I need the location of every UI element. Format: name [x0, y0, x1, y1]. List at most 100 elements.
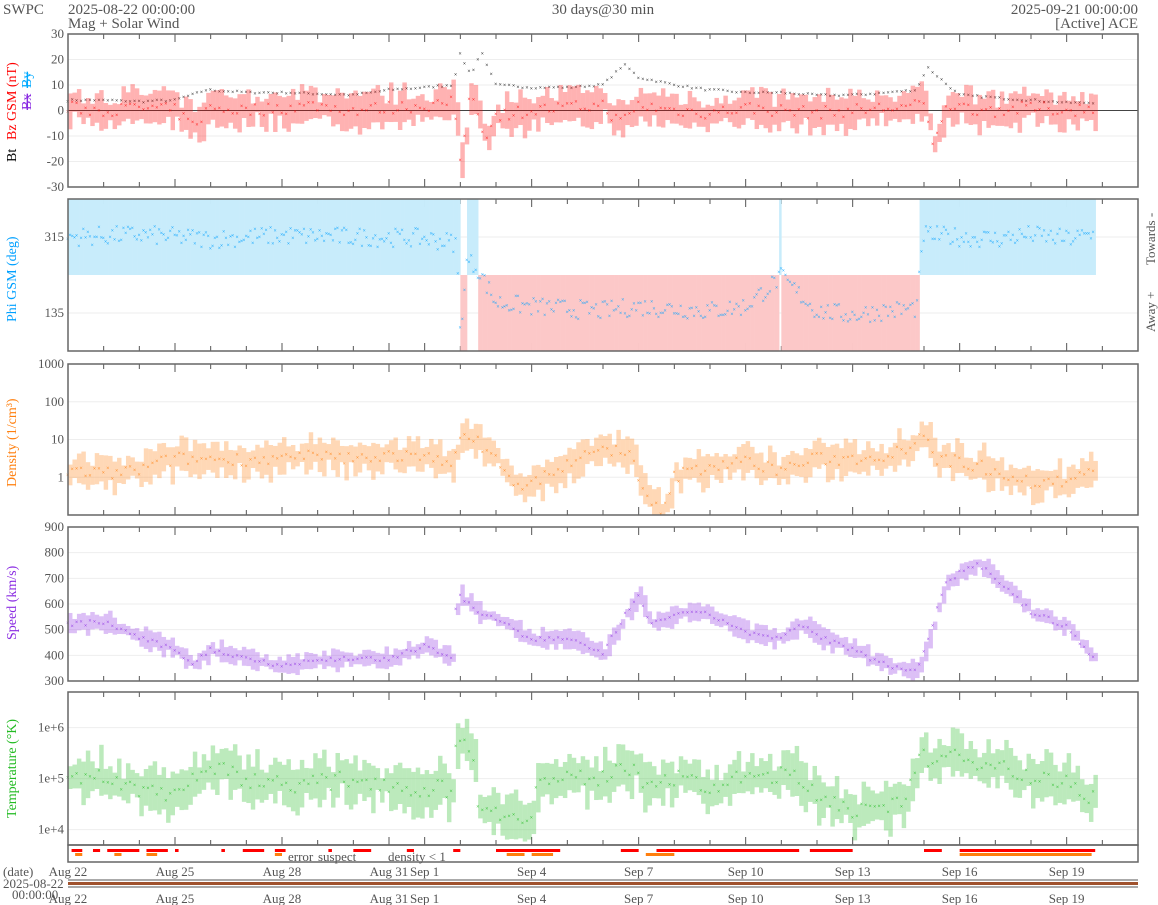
bz-point: ×: [325, 104, 328, 110]
bt-point: ×: [677, 85, 680, 91]
temperature-point: ×: [717, 790, 720, 796]
density-point: ×: [873, 459, 876, 465]
away-bar: [701, 275, 704, 351]
bz-point: ×: [133, 102, 136, 108]
density-point: ×: [837, 463, 840, 469]
phi-point: ×: [77, 244, 80, 250]
legend-error: error: [288, 849, 314, 864]
speed-point: ×: [860, 650, 863, 656]
bz-point: ×: [182, 111, 185, 117]
density-point: ×: [913, 441, 916, 447]
phi-point: ×: [534, 300, 537, 306]
density-point: ×: [730, 461, 733, 467]
bz-point: ×: [240, 104, 243, 110]
bz-point: ×: [334, 104, 337, 110]
phi-point: ×: [434, 240, 437, 246]
phi-point: ×: [572, 309, 575, 315]
density-point: ×: [472, 439, 475, 445]
bt-point: ×: [530, 86, 533, 92]
bz-point: ×: [267, 102, 270, 108]
density-point: ×: [418, 458, 421, 464]
speed-point: ×: [186, 658, 189, 664]
bz-point: ×: [120, 102, 123, 108]
phi-point: ×: [935, 225, 938, 231]
bz-point: ×: [128, 102, 131, 108]
towards-bar: [154, 199, 158, 275]
phi-point: ×: [1033, 233, 1036, 239]
density-point: ×: [623, 453, 626, 459]
speed-point: ×: [258, 660, 261, 666]
phi-point: ×: [739, 313, 742, 319]
density-point: ×: [833, 454, 836, 460]
density-point: ×: [79, 466, 82, 472]
density-point: ×: [427, 451, 430, 457]
speed-point: ×: [1065, 623, 1068, 629]
temperature-point: ×: [182, 788, 185, 794]
temperature-point: ×: [837, 809, 840, 815]
speed-point: ×: [512, 627, 515, 633]
speed-point: ×: [262, 658, 265, 664]
speed-point: ×: [891, 666, 894, 672]
phi-point: ×: [1031, 239, 1034, 245]
speed-point: ×: [597, 649, 600, 655]
towards-bar: [997, 199, 1001, 275]
density-low-mark: [531, 853, 554, 856]
bt-point: ×: [227, 90, 230, 96]
bz-point: ×: [552, 109, 555, 115]
temperature-point: ×: [391, 785, 394, 791]
phi-point: ×: [1038, 227, 1041, 233]
density-point: ×: [387, 449, 390, 455]
density-point: ×: [467, 437, 470, 443]
speed-point: ×: [387, 659, 390, 665]
density-point: ×: [655, 501, 658, 507]
bz-point: ×: [449, 95, 452, 101]
bt-point: ×: [695, 86, 698, 92]
temperature-point: ×: [204, 770, 207, 776]
bz-point: ×: [1065, 108, 1068, 114]
bt-point: ×: [699, 86, 702, 92]
density-point: ×: [637, 478, 640, 484]
towards-bar: [219, 199, 223, 275]
temperature-point: ×: [998, 761, 1001, 767]
temperature-point: ×: [93, 777, 96, 783]
speed-point: ×: [655, 619, 658, 625]
density-point: ×: [588, 452, 591, 458]
speed-point: ×: [539, 635, 542, 641]
bz-point: ×: [160, 103, 163, 109]
phi-point: ×: [634, 308, 637, 314]
bz-point: ×: [347, 109, 350, 115]
temperature-point: ×: [218, 762, 221, 768]
density-point: ×: [374, 456, 377, 462]
speed-point: ×: [601, 652, 604, 658]
density-point: ×: [605, 447, 608, 453]
speed-point: ×: [213, 651, 216, 657]
away-bar: [683, 275, 686, 351]
speed-point: ×: [846, 648, 849, 654]
towards-bar: [337, 199, 341, 275]
phi-point: ×: [166, 236, 169, 242]
bx-label[interactable]: Bx: [20, 94, 35, 110]
speed-point: ×: [222, 653, 225, 659]
speed-point: ×: [498, 619, 501, 625]
phi-point: ×: [376, 245, 379, 251]
temperature-point: ×: [895, 796, 898, 802]
density-point: ×: [1060, 485, 1063, 491]
phi-point: ×: [171, 226, 174, 232]
y-tick-label: 1000: [38, 356, 64, 371]
phi-point: ×: [269, 225, 272, 231]
phi-point: ×: [969, 244, 972, 250]
phi-point: ×: [400, 228, 403, 234]
density-point: ×: [258, 461, 261, 467]
bz-point: ×: [186, 117, 189, 123]
phi-point: ×: [773, 276, 776, 282]
bt-point: ×: [280, 90, 283, 96]
phi-point: ×: [496, 305, 499, 311]
by-label[interactable]: By: [20, 72, 35, 88]
temperature-point: ×: [900, 804, 903, 810]
speed-point: ×: [775, 635, 778, 641]
temperature-point: ×: [597, 783, 600, 789]
bz-point: ×: [338, 110, 341, 116]
density-point: ×: [1007, 478, 1010, 484]
phi-point: ×: [884, 305, 887, 311]
speed-point: ×: [579, 641, 582, 647]
